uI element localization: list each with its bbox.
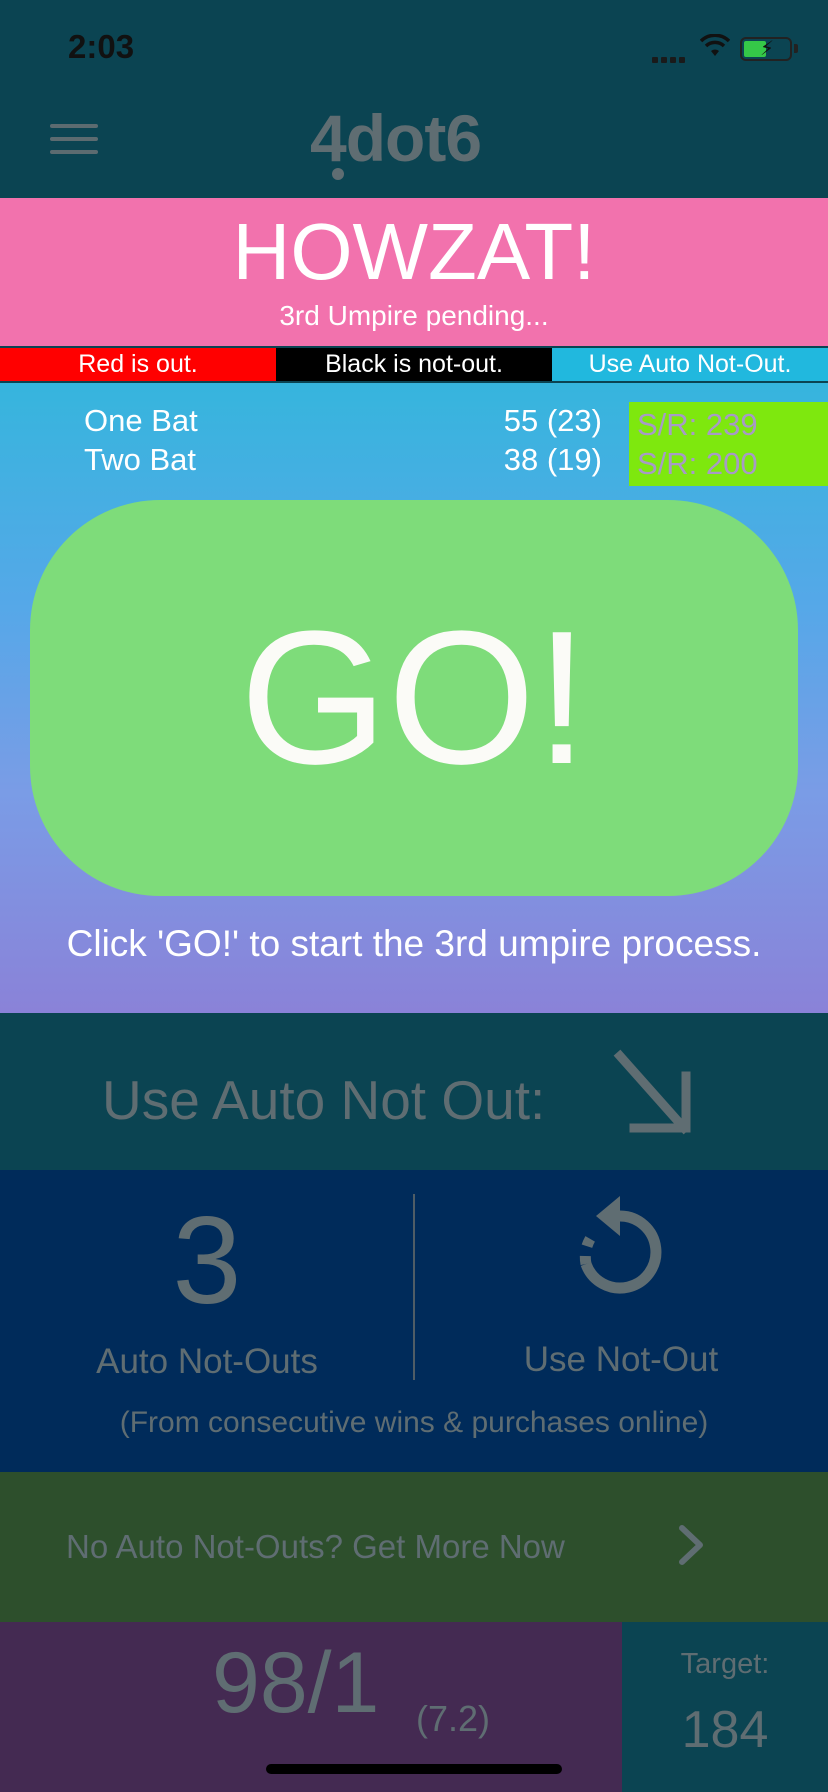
batter-2-score: 38 (19) xyxy=(503,442,602,477)
go-hint: Click 'GO!' to start the 3rd umpire proc… xyxy=(66,923,762,964)
legend-red: Red is out. xyxy=(0,348,276,381)
logo-dot xyxy=(332,168,344,180)
undo-icon[interactable] xyxy=(572,1194,668,1306)
use-not-out-button[interactable]: Use Not-Out xyxy=(414,1340,828,1380)
howzat-banner: HOWZAT! 3rd Umpire pending... xyxy=(0,198,828,346)
counts-note: (From consecutive wins & purchases onlin… xyxy=(119,1406,709,1439)
go-button-label: GO! xyxy=(239,592,589,804)
battery-nub xyxy=(794,44,798,53)
batter-1-score: 55 (23) xyxy=(503,403,602,438)
batter-1-strike-rate: S/R: 239 xyxy=(637,407,758,442)
banner-subtitle: 3rd Umpire pending... xyxy=(279,300,549,331)
banner-title: HOWZAT! xyxy=(232,207,596,296)
legend-blue: Use Auto Not-Out. xyxy=(552,348,828,381)
wifi-icon xyxy=(700,34,730,56)
legend-black: Black is not-out. xyxy=(276,348,552,381)
target-value: 184 xyxy=(681,1701,769,1759)
cellular-signal-icon xyxy=(652,50,688,68)
use-auto-not-out-row[interactable]: Use Auto Not Out: xyxy=(0,1018,828,1170)
app-logo: 4dot6 xyxy=(310,101,482,175)
strike-rate-box: S/R: 239 S/R: 200 xyxy=(629,402,828,486)
home-indicator[interactable] xyxy=(266,1764,562,1774)
get-more-row[interactable]: No Auto Not-Outs? Get More Now xyxy=(0,1472,828,1622)
batter-names: One Bat Two Bat xyxy=(84,401,198,479)
hamburger-menu-icon[interactable] xyxy=(50,124,98,164)
umpire-panel: One Bat Two Bat 55 (23) 38 (19) S/R: 239… xyxy=(0,383,828,1013)
chevron-right-icon xyxy=(679,1525,703,1565)
batter-scores: 55 (23) 38 (19) xyxy=(456,401,602,479)
batter-2-strike-rate: S/R: 200 xyxy=(637,446,758,481)
use-auto-not-out-label: Use Auto Not Out: xyxy=(102,1069,546,1131)
color-legend: Red is out. Black is not-out. Use Auto N… xyxy=(0,348,828,381)
battery-icon: ⚡ xyxy=(740,37,792,61)
get-more-label: No Auto Not-Outs? Get More Now xyxy=(66,1528,565,1565)
status-bar: 2:03 ⚡ xyxy=(0,0,828,100)
score-runs: 98/1 xyxy=(212,1635,380,1731)
go-button[interactable]: GO! xyxy=(30,500,798,896)
arrow-down-right-icon xyxy=(613,1049,691,1135)
auto-not-out-count-label: Auto Not-Outs xyxy=(96,1342,318,1381)
auto-not-out-count: 3 xyxy=(172,1192,242,1330)
score-overs: (7.2) xyxy=(416,1698,491,1739)
app-header: 4dot6 xyxy=(0,100,828,198)
target-label: Target: xyxy=(680,1648,770,1680)
auto-not-out-counts: 3 Auto Not-Outs Use Not-Out (From consec… xyxy=(0,1170,828,1472)
status-time: 2:03 xyxy=(68,28,135,65)
batter-1-name: One Bat xyxy=(84,403,198,438)
target-box: Target: 184 xyxy=(622,1622,828,1792)
batter-2-name: Two Bat xyxy=(84,442,196,477)
